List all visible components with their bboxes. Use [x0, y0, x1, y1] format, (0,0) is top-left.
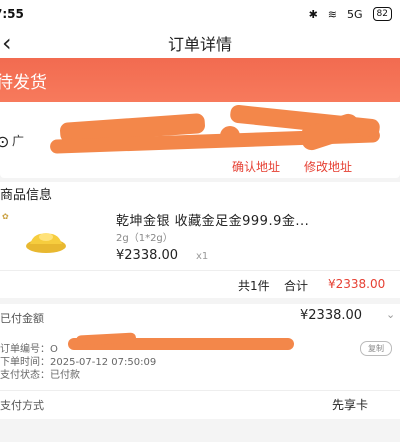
address-name: 广: [12, 134, 25, 148]
back-icon[interactable]: ‹: [2, 30, 12, 56]
brand-mark-icon: ✿: [2, 212, 9, 221]
payment-method-value: 先享卡: [332, 398, 369, 412]
item-count: 共1件: [238, 279, 270, 293]
product-name[interactable]: 乾坤金银 收藏金足金999.9金...: [116, 210, 309, 229]
order-status-banner: 待发货: [0, 58, 400, 102]
section-title: 商品信息: [0, 188, 53, 203]
product-qty: x1: [196, 251, 209, 262]
page-title: 订单详情: [167, 35, 232, 54]
status-bar: 7:55 ✱ ≋ 5G 82: [0, 0, 400, 28]
paid-amount: ¥2338.00: [300, 308, 363, 323]
payment-method-label: 支付方式: [0, 399, 44, 412]
product-spec: 2g（1*2g）: [116, 233, 173, 244]
status-icons: ✱ ≋ 5G 82: [309, 7, 392, 21]
pay-status-value: 已付款: [50, 370, 80, 381]
confirm-address-button[interactable]: 确认地址: [232, 158, 280, 175]
bluetooth-icon: ✱: [308, 7, 318, 21]
total-amount: ¥2338.00: [328, 277, 386, 291]
location-pin-icon: ⊙: [0, 132, 10, 151]
total-label: 合计: [284, 279, 309, 293]
order-status-text: 待发货: [0, 72, 47, 93]
payment-method-row[interactable]: 支付方式 先享卡: [0, 390, 400, 419]
edit-address-button[interactable]: 修改地址: [304, 158, 352, 175]
status-time: 7:55: [0, 7, 24, 21]
address-actions: 确认地址 修改地址: [232, 158, 352, 175]
pay-status-label: 支付状态：: [0, 370, 50, 381]
paid-label: 已付金额: [0, 312, 44, 325]
payment-section: 已付金额 ¥2338.00 ⌄ 订单编号：O 复制 下单时间：2025-07-1…: [0, 304, 400, 400]
nav-bar: ‹ 订单详情: [0, 28, 400, 58]
signal-icon: 5G: [347, 7, 363, 21]
redaction-mark: [220, 126, 240, 146]
battery-icon: 82: [372, 7, 392, 21]
product-price: ¥2338.00: [116, 248, 179, 263]
order-summary: 共1件 合计 ¥2338.00: [0, 270, 400, 297]
copy-order-button[interactable]: 复制: [360, 341, 392, 356]
wifi-icon: ≋: [327, 7, 338, 21]
product-thumbnail[interactable]: [24, 226, 68, 254]
pay-status-row: 支付状态：已付款: [0, 366, 80, 381]
chevron-down-icon[interactable]: ⌄: [386, 308, 395, 321]
